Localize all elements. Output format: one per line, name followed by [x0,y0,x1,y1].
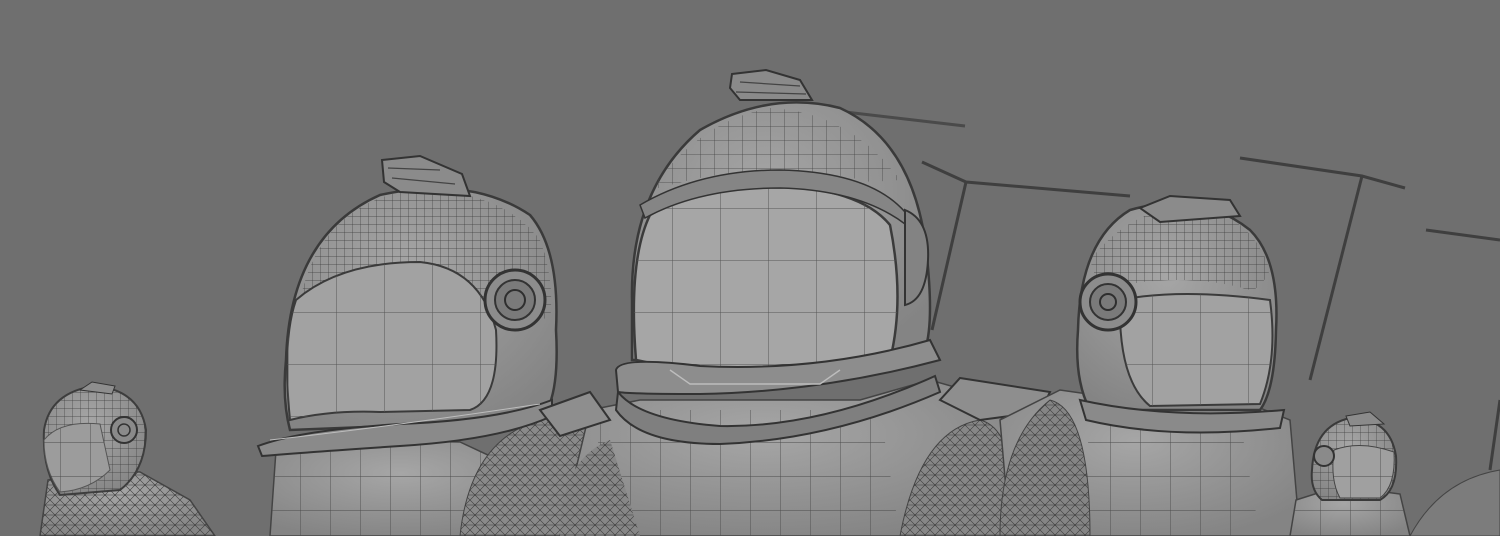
wireframe-render-scene [0,0,1500,536]
render-canvas [0,0,1500,536]
